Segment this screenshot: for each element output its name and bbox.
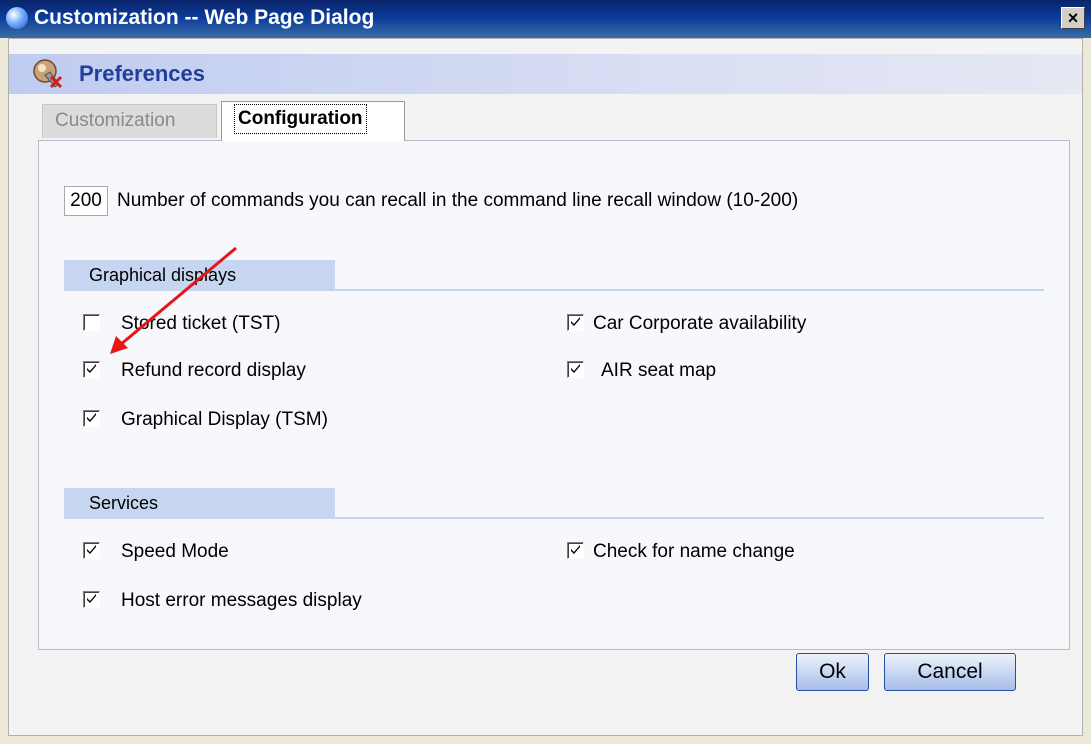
checkmark-icon [87,364,96,373]
section-divider [64,517,1044,519]
option-label: Refund record display [121,360,306,381]
graphical-displays-heading: Graphical displays [64,260,335,291]
window-title: Customization -- Web Page Dialog [34,6,375,29]
preferences-title: Preferences [79,61,205,86]
cancel-button[interactable]: Cancel [884,653,1016,691]
checkbox[interactable] [83,542,100,559]
tab-configuration[interactable]: Configuration [221,101,405,141]
checkbox[interactable] [83,410,100,427]
dialog-body: Preferences Customization Configuration … [8,38,1083,736]
option-label: Graphical Display (TSM) [121,409,328,430]
checkmark-icon [571,545,580,554]
checkmark-icon [87,413,96,422]
ok-button[interactable]: Ok [796,653,869,691]
checkmark-icon [571,317,580,326]
recall-count-input[interactable]: 200 [64,186,108,216]
title-bar: Customization -- Web Page Dialog × [0,0,1091,38]
close-icon: × [1067,8,1079,28]
checkbox[interactable] [83,314,100,331]
section-divider [64,289,1044,291]
checkbox[interactable] [83,591,100,608]
checkbox[interactable] [567,314,584,331]
option-label: Speed Mode [121,541,229,562]
option-label: Car Corporate availability [593,313,807,334]
checkbox[interactable] [567,542,584,559]
checkmark-icon [571,364,580,373]
close-button[interactable]: × [1061,7,1085,29]
preferences-icon [33,59,63,89]
checkbox[interactable] [83,361,100,378]
checkmark-icon [87,545,96,554]
tab-configuration-label: Configuration [234,104,367,134]
ie-icon [6,7,28,29]
tab-customization[interactable]: Customization [42,104,217,138]
recall-count-label: Number of commands you can recall in the… [117,190,799,211]
configuration-panel: 200 Number of commands you can recall in… [38,140,1070,650]
option-label: Check for name change [593,541,795,562]
preferences-header: Preferences [9,54,1082,94]
checkbox[interactable] [567,361,584,378]
option-label: Stored ticket (TST) [121,313,281,334]
option-label: Host error messages display [121,590,362,611]
services-heading: Services [64,488,335,519]
option-label: AIR seat map [601,360,717,381]
checkmark-icon [87,594,96,603]
